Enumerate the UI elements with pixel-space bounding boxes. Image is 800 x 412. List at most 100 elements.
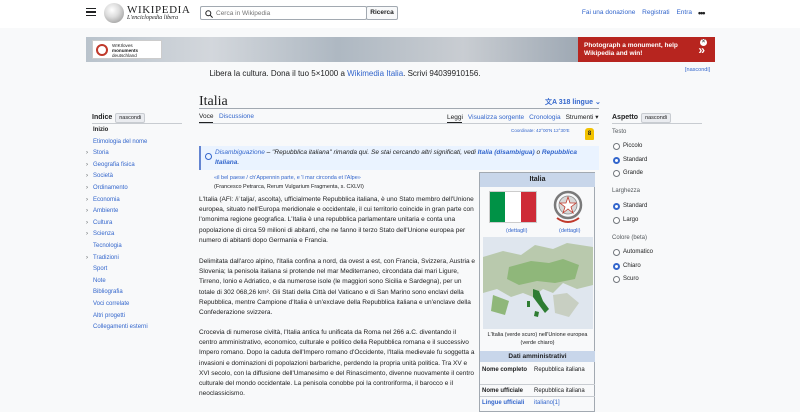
emblem-of-italy[interactable] — [551, 188, 585, 226]
toc-item[interactable]: › Scienza — [86, 231, 114, 237]
toc-item[interactable]: Note — [93, 278, 106, 284]
wlm-ring-icon — [96, 44, 108, 56]
toc-item[interactable]: Voci correlate — [93, 301, 129, 307]
toc-item-label[interactable]: Collegamenti esterni — [93, 324, 148, 330]
location-map[interactable] — [483, 237, 593, 329]
toc-item[interactable]: › Tradizioni — [86, 255, 119, 261]
tools-menu[interactable]: Strumenti ▾ — [566, 114, 599, 121]
language-count[interactable]: 318 lingue — [559, 99, 593, 106]
toc-item[interactable]: Sport — [93, 266, 107, 272]
toc-item-label[interactable]: Note — [93, 278, 106, 284]
width-option-label[interactable]: Largo — [623, 217, 638, 223]
register-link[interactable]: Registrati — [642, 9, 669, 16]
toc-item-label[interactable]: Economia — [93, 197, 120, 203]
toc-item[interactable]: › Storia — [86, 150, 109, 156]
toc-item-label[interactable]: Tecnologia — [93, 243, 122, 249]
text-size-option-label[interactable]: Standard — [623, 157, 647, 163]
toc-item-label[interactable]: Tradizioni — [93, 255, 119, 261]
search-button[interactable]: Ricerca — [366, 6, 398, 20]
color-option-label[interactable]: Scuro — [623, 276, 639, 282]
banner-close-icon[interactable]: × — [700, 39, 707, 46]
chevron-right-icon[interactable]: › — [86, 150, 88, 156]
chevron-right-icon[interactable]: › — [86, 185, 88, 191]
toc-item-label[interactable]: Inizio — [93, 127, 108, 133]
main-menu-icon[interactable] — [86, 8, 96, 16]
more-options-icon[interactable]: ••• — [698, 8, 706, 18]
toc-item-label[interactable]: Società — [93, 173, 113, 179]
radio-button-icon[interactable] — [613, 249, 620, 256]
language-selector[interactable]: 文A 318 lingue ⌄ — [545, 97, 601, 107]
flag-details-link[interactable]: (dettagli) — [506, 228, 527, 234]
width-option-label[interactable]: Standard — [623, 203, 647, 209]
hatnote-link-disambiguazione[interactable]: Disambiguazione — [215, 149, 265, 156]
toc-item-label[interactable]: Altri progetti — [93, 313, 125, 319]
chevron-right-icon[interactable]: › — [86, 173, 88, 179]
chevron-right-icon[interactable]: › — [86, 208, 88, 214]
site-header: WIKIPEDIA L'enciclopedia libera Ricerca … — [0, 0, 800, 28]
toc-item[interactable]: Collegamenti esterni — [93, 324, 148, 330]
chevron-right-icon[interactable]: › — [86, 220, 88, 226]
donate-org-link[interactable]: Wikimedia Italia — [347, 69, 403, 78]
quote-text[interactable]: «il bel paese / ch'Appennin parte, e 'l … — [214, 174, 364, 183]
appearance-hide-button[interactable]: nascondi — [641, 113, 672, 123]
toc-item[interactable]: Bibliografia — [93, 289, 123, 295]
toc-item[interactable]: Altri progetti — [93, 313, 125, 319]
toc-item[interactable]: › Società — [86, 173, 113, 179]
chevron-right-icon[interactable]: › — [86, 162, 88, 168]
color-option-label[interactable]: Chiaro — [623, 263, 641, 269]
login-link[interactable]: Entra — [676, 9, 692, 16]
toc-item-label[interactable]: Etimologia del nome — [93, 139, 147, 145]
radio-button-icon[interactable] — [613, 143, 620, 150]
radio-button-icon[interactable] — [613, 170, 620, 177]
geo-marker-icon[interactable]: 8 — [585, 128, 594, 140]
toc-item[interactable]: Etimologia del nome — [93, 139, 147, 145]
toc-item-label[interactable]: Ordinamento — [93, 185, 128, 191]
chevron-right-icon[interactable]: › — [86, 231, 88, 237]
toc-item[interactable]: Inizio — [93, 127, 108, 133]
banner-cta[interactable]: Photograph a monument, help Wikipedia an… — [578, 37, 715, 62]
coordinates-value[interactable]: 42°00′N 12°30′E — [536, 128, 570, 133]
toc-item[interactable]: › Ambiente — [86, 208, 118, 214]
toc-item-label[interactable]: Sport — [93, 266, 107, 272]
tab-visualizza-sorgente[interactable]: Visualizza sorgente — [468, 114, 524, 121]
wikipedia-globe-logo[interactable] — [104, 3, 124, 23]
toc-item[interactable]: › Ordinamento — [86, 185, 128, 191]
toc-item-label[interactable]: Storia — [93, 150, 109, 156]
toc-item-label[interactable]: Ambiente — [93, 208, 118, 214]
tab-cronologia[interactable]: Cronologia — [529, 114, 560, 121]
toc-item-label[interactable]: Bibliografia — [93, 289, 123, 295]
infobox-row-value[interactable]: italiano[1] — [534, 399, 560, 407]
hatnote-link-disambigua[interactable]: Italia (disambigua) — [478, 149, 535, 156]
tab-leggi[interactable]: Leggi — [447, 114, 463, 121]
toc-item-label[interactable]: Scienza — [93, 231, 114, 237]
emblem-details-link[interactable]: (dettagli) — [559, 228, 580, 234]
search-input[interactable] — [216, 8, 361, 18]
toc-item[interactable]: › Geografia fisica — [86, 162, 135, 168]
tab-voce[interactable]: Voce — [199, 113, 213, 120]
radio-button-icon[interactable] — [613, 156, 620, 164]
toc-item-label[interactable]: Cultura — [93, 220, 112, 226]
toc-hide-button[interactable]: nascondi — [115, 113, 146, 123]
search-box[interactable] — [200, 6, 367, 20]
tab-discussione[interactable]: Discussione — [219, 113, 254, 120]
chevron-right-icon[interactable]: › — [86, 255, 88, 261]
flag-of-italy[interactable] — [489, 191, 537, 223]
toc-item-label[interactable]: Voci correlate — [93, 301, 129, 307]
text-size-option-label[interactable]: Piccolo — [623, 143, 642, 149]
color-option-label[interactable]: Automatico — [623, 249, 653, 255]
radio-button-icon[interactable] — [613, 276, 620, 283]
donate-link[interactable]: Fai una donazione — [582, 9, 636, 16]
radio-button-icon[interactable] — [613, 216, 620, 224]
radio-button-icon[interactable] — [613, 262, 620, 270]
banner-cta-text[interactable]: Photograph a monument, help Wikipedia an… — [584, 42, 689, 58]
text-size-option-label[interactable]: Grande — [623, 170, 643, 176]
toc-item[interactable]: › Economia — [86, 197, 120, 203]
toc-item[interactable]: › Cultura — [86, 220, 112, 226]
infobox-row-key[interactable]: Lingue ufficiali — [482, 399, 524, 407]
hide-notice-link[interactable]: [nascondi] — [685, 67, 710, 73]
campaign-banner[interactable]: WIKIloves monuments deutschland Photogra… — [86, 37, 715, 62]
toc-item[interactable]: Tecnologia — [93, 243, 122, 249]
toc-item-label[interactable]: Geografia fisica — [93, 162, 135, 168]
chevron-right-icon[interactable]: › — [86, 197, 88, 203]
radio-button-icon[interactable] — [613, 203, 620, 210]
